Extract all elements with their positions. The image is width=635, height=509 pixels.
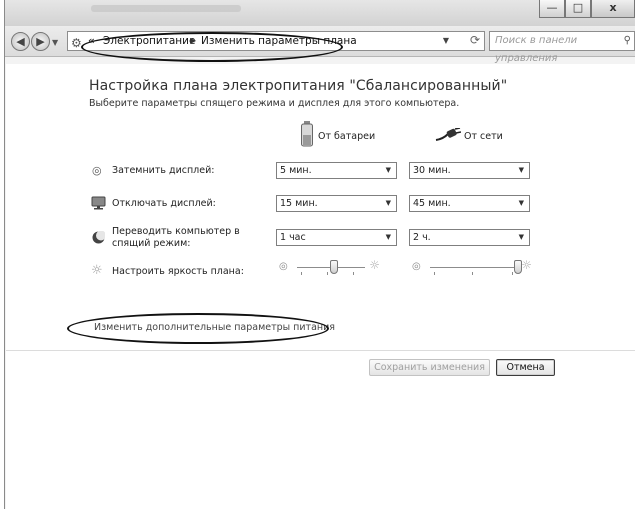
refresh-icon[interactable]: ⟳: [470, 31, 480, 49]
back-button[interactable]: ◀: [11, 32, 30, 51]
select-dim-battery-value: 5 мин.: [280, 165, 312, 176]
cancel-button[interactable]: Отмена: [496, 359, 555, 376]
recent-pages-dropdown-icon[interactable]: ▼: [52, 38, 58, 47]
dim-brightness-icon: ◎: [279, 261, 288, 272]
label-turn-off-display: Отключать дисплей:: [112, 198, 216, 209]
display-off-icon: [91, 196, 106, 210]
dim-brightness-icon: ◎: [412, 261, 421, 272]
select-off-ac[interactable]: 45 мин. ▼: [409, 195, 530, 212]
select-dim-ac[interactable]: 30 мин. ▼: [409, 162, 530, 179]
forward-arrow-icon: ▶: [36, 35, 45, 48]
column-header-ac: От сети: [464, 131, 503, 142]
search-placeholder: Поиск в панели управления: [495, 35, 578, 64]
power-plug-icon: [435, 128, 461, 141]
label-dim-display: Затемнить дисплей:: [112, 165, 215, 176]
chevron-down-icon: ▼: [518, 233, 524, 241]
breadcrumb-separator-icon[interactable]: ▶: [190, 32, 196, 50]
search-input[interactable]: Поиск в панели управления ⚲: [489, 31, 635, 64]
chevron-down-icon: ▼: [518, 199, 524, 207]
save-changes-button[interactable]: Сохранить изменения: [369, 359, 490, 376]
page-title: Настройка плана электропитания "Сбаланси…: [89, 78, 508, 94]
caption-buttons: — □ x: [539, 0, 635, 18]
slider-brightness-battery[interactable]: ◎ ☼: [279, 256, 380, 280]
chevron-down-icon: ▼: [518, 166, 524, 174]
select-dim-battery[interactable]: 5 мин. ▼: [276, 162, 397, 179]
dim-display-icon: ◎: [92, 164, 102, 177]
select-off-ac-value: 45 мин.: [413, 198, 451, 209]
slider-tick: [434, 272, 435, 275]
advanced-settings-link[interactable]: Изменить дополнительные параметры питани…: [94, 322, 335, 333]
forward-button[interactable]: ▶: [31, 32, 50, 51]
slider-track: [430, 267, 518, 268]
chevron-down-icon: ▼: [385, 233, 391, 241]
close-button[interactable]: x: [591, 0, 635, 18]
back-arrow-icon: ◀: [16, 35, 25, 48]
brightness-icon: ☼: [91, 263, 103, 278]
bright-brightness-icon: ☼: [369, 258, 380, 272]
select-off-battery-value: 15 мин.: [280, 198, 318, 209]
divider: [6, 350, 635, 351]
label-sleep: Переводить компьютер в спящий режим:: [112, 226, 240, 249]
title-bar: — □ x: [5, 0, 635, 26]
faded-window-title: [91, 5, 241, 12]
control-panel-icon: ⚙: [71, 36, 82, 50]
label-brightness: Настроить яркость плана:: [112, 266, 244, 277]
address-bar[interactable]: ⚙ « Электропитание ▶ Изменить параметры …: [67, 31, 485, 51]
select-off-battery[interactable]: 15 мин. ▼: [276, 195, 397, 212]
battery-icon: [301, 121, 313, 147]
slider-tick: [327, 272, 328, 275]
slider-thumb[interactable]: [330, 260, 339, 274]
page-subtitle: Выберите параметры спящего режима и дисп…: [89, 98, 460, 109]
select-sleep-battery-value: 1 час: [280, 232, 306, 243]
select-sleep-ac[interactable]: 2 ч. ▼: [409, 229, 530, 246]
chevron-down-icon: ▼: [385, 199, 391, 207]
slider-tick: [353, 272, 354, 275]
select-sleep-ac-value: 2 ч.: [413, 232, 431, 243]
sleep-moon-icon: [92, 231, 105, 244]
bright-brightness-icon: ☼: [521, 258, 532, 272]
address-dropdown-icon[interactable]: ▼: [443, 32, 449, 50]
column-header-battery: От батареи: [318, 131, 376, 142]
chevron-down-icon: ▼: [385, 166, 391, 174]
select-dim-ac-value: 30 мин.: [413, 165, 451, 176]
minimize-button[interactable]: —: [539, 0, 565, 18]
navigation-bar: ◀ ▶ ▼ ⚙ « Электропитание ▶ Изменить пара…: [5, 26, 635, 64]
breadcrumb-edit-plan[interactable]: Изменить параметры плана: [201, 32, 357, 50]
select-sleep-battery[interactable]: 1 час ▼: [276, 229, 397, 246]
maximize-button[interactable]: □: [565, 0, 591, 18]
breadcrumb-overflow-icon[interactable]: «: [88, 32, 95, 50]
slider-tick: [512, 272, 513, 275]
slider-tick: [472, 272, 473, 275]
slider-tick: [301, 272, 302, 275]
search-icon[interactable]: ⚲: [624, 32, 631, 50]
breadcrumb-power-options[interactable]: Электропитание: [103, 32, 195, 50]
slider-brightness-ac[interactable]: ◎ ☼: [412, 256, 532, 280]
